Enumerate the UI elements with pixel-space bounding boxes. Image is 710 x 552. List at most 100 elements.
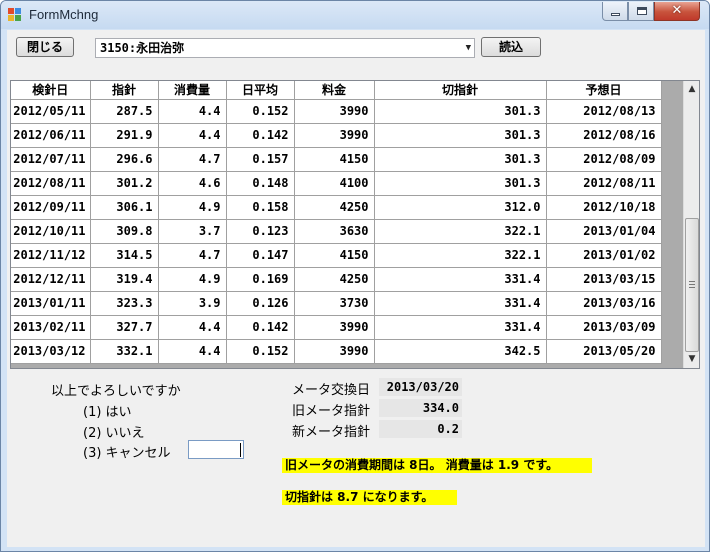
choice-input[interactable] bbox=[188, 440, 244, 459]
table-cell[interactable]: 2013/03/12 bbox=[11, 339, 91, 364]
table-cell[interactable]: 4150 bbox=[294, 243, 375, 268]
table-cell[interactable]: 3630 bbox=[294, 219, 375, 244]
table-cell[interactable]: 4250 bbox=[294, 195, 375, 220]
scrollbar-thumb[interactable] bbox=[685, 218, 699, 352]
table-row[interactable]: 2012/05/11 287.5 4.4 0.152 3990 301.3 2012/08/… bbox=[11, 99, 662, 124]
table-cell[interactable]: 2012/10/18 bbox=[546, 195, 662, 220]
table-cell[interactable]: 2012/11/12 bbox=[11, 243, 91, 268]
table-cell[interactable]: 2013/02/11 bbox=[11, 315, 91, 340]
table-cell[interactable]: 331.4 bbox=[374, 291, 547, 316]
table-cell[interactable]: 301.2 bbox=[90, 171, 159, 196]
table-row[interactable]: 2012/06/11 291.9 4.4 0.142 3990 301.3 2012/08/… bbox=[11, 123, 662, 148]
table-cell[interactable]: 314.5 bbox=[90, 243, 159, 268]
table-cell[interactable]: 2012/08/11 bbox=[546, 171, 662, 196]
table-cell[interactable]: 287.5 bbox=[90, 99, 159, 124]
table-cell[interactable]: 0.157 bbox=[226, 147, 295, 172]
table-cell[interactable]: 2012/09/11 bbox=[11, 195, 91, 220]
table-cell[interactable]: 331.4 bbox=[374, 315, 547, 340]
vertical-scrollbar[interactable]: ▲ ▼ bbox=[683, 81, 699, 368]
table-cell[interactable]: 323.3 bbox=[90, 291, 159, 316]
table-cell[interactable]: 4.4 bbox=[158, 99, 227, 124]
table-cell[interactable]: 2012/05/11 bbox=[11, 99, 91, 124]
table-cell[interactable]: 0.123 bbox=[226, 219, 295, 244]
table-cell[interactable]: 0.142 bbox=[226, 315, 295, 340]
table-row[interactable]: 2013/03/12 332.1 4.4 0.152 3990 342.5 2013/05/… bbox=[11, 339, 662, 364]
table-cell[interactable]: 4.4 bbox=[158, 339, 227, 364]
table-row[interactable]: 2012/12/11 319.4 4.9 0.169 4250 331.4 2013/03/… bbox=[11, 267, 662, 292]
table-cell[interactable]: 2013/05/20 bbox=[546, 339, 662, 364]
table-cell[interactable]: 4.6 bbox=[158, 171, 227, 196]
scroll-up-icon[interactable]: ▲ bbox=[684, 81, 699, 98]
table-cell[interactable]: 4.9 bbox=[158, 267, 227, 292]
table-cell[interactable]: 322.1 bbox=[374, 243, 547, 268]
table-cell[interactable]: 0.147 bbox=[226, 243, 295, 268]
table-cell[interactable]: 0.152 bbox=[226, 99, 295, 124]
table-cell[interactable]: 2012/08/09 bbox=[546, 147, 662, 172]
maximize-button[interactable] bbox=[628, 2, 654, 21]
table-cell[interactable]: 2013/03/15 bbox=[546, 267, 662, 292]
column-header[interactable]: 消費量 bbox=[158, 81, 227, 100]
table-cell[interactable]: 306.1 bbox=[90, 195, 159, 220]
table-cell[interactable]: 332.1 bbox=[90, 339, 159, 364]
table-row[interactable]: 2013/01/11 323.3 3.9 0.126 3730 331.4 2013/03/… bbox=[11, 291, 662, 316]
close-window-button[interactable]: ✕ bbox=[654, 2, 700, 21]
table-cell[interactable]: 2013/01/04 bbox=[546, 219, 662, 244]
table-cell[interactable]: 342.5 bbox=[374, 339, 547, 364]
table-row[interactable]: 2012/07/11 296.6 4.7 0.157 4150 301.3 2012/08/… bbox=[11, 147, 662, 172]
table-cell[interactable]: 319.4 bbox=[90, 267, 159, 292]
title-bar[interactable]: FormMchng ✕ bbox=[1, 1, 709, 29]
table-cell[interactable]: 2012/08/11 bbox=[11, 171, 91, 196]
table-cell[interactable]: 2012/06/11 bbox=[11, 123, 91, 148]
table-cell[interactable]: 2012/12/11 bbox=[11, 267, 91, 292]
table-row[interactable]: 2012/10/11 309.8 3.7 0.123 3630 322.1 2013/01/… bbox=[11, 219, 662, 244]
table-cell[interactable]: 2012/07/11 bbox=[11, 147, 91, 172]
close-button[interactable]: 閉じる bbox=[16, 37, 74, 57]
table-cell[interactable]: 327.7 bbox=[90, 315, 159, 340]
table-cell[interactable]: 301.3 bbox=[374, 171, 547, 196]
table-cell[interactable]: 4150 bbox=[294, 147, 375, 172]
table-cell[interactable]: 3.7 bbox=[158, 219, 227, 244]
minimize-button[interactable] bbox=[602, 2, 628, 21]
table-cell[interactable]: 0.169 bbox=[226, 267, 295, 292]
customer-select[interactable]: 3150:永田治弥 ▼ bbox=[95, 38, 475, 58]
table-cell[interactable]: 0.158 bbox=[226, 195, 295, 220]
table-cell[interactable]: 301.3 bbox=[374, 99, 547, 124]
table-cell[interactable]: 301.3 bbox=[374, 147, 547, 172]
table-cell[interactable]: 2012/10/11 bbox=[11, 219, 91, 244]
table-cell[interactable]: 331.4 bbox=[374, 267, 547, 292]
table-cell[interactable]: 2013/03/09 bbox=[546, 315, 662, 340]
table-cell[interactable]: 2013/01/02 bbox=[546, 243, 662, 268]
table-cell[interactable]: 4.4 bbox=[158, 315, 227, 340]
table-cell[interactable]: 312.0 bbox=[374, 195, 547, 220]
column-header[interactable]: 切指針 bbox=[374, 81, 547, 100]
table-cell[interactable]: 4.7 bbox=[158, 243, 227, 268]
table-cell[interactable]: 296.6 bbox=[90, 147, 159, 172]
load-button[interactable]: 読込 bbox=[481, 37, 541, 57]
table-cell[interactable]: 3990 bbox=[294, 123, 375, 148]
table-row[interactable]: 2012/09/11 306.1 4.9 0.158 4250 312.0 2012/10/… bbox=[11, 195, 662, 220]
readings-grid[interactable]: 検針日 指針 消費量 日平均 料金 切指針 予想日 2012/05/11 287.5 4.4 0.… bbox=[10, 80, 700, 369]
table-cell[interactable]: 301.3 bbox=[374, 123, 547, 148]
table-cell[interactable]: 4.4 bbox=[158, 123, 227, 148]
table-cell[interactable]: 4.7 bbox=[158, 147, 227, 172]
table-cell[interactable]: 3990 bbox=[294, 315, 375, 340]
table-cell[interactable]: 0.142 bbox=[226, 123, 295, 148]
table-cell[interactable]: 0.126 bbox=[226, 291, 295, 316]
table-cell[interactable]: 2013/03/16 bbox=[546, 291, 662, 316]
table-row[interactable]: 2012/11/12 314.5 4.7 0.147 4150 322.1 2013/01/… bbox=[11, 243, 662, 268]
table-cell[interactable]: 2013/01/11 bbox=[11, 291, 91, 316]
column-header[interactable]: 日平均 bbox=[226, 81, 295, 100]
table-cell[interactable]: 291.9 bbox=[90, 123, 159, 148]
table-row[interactable]: 2012/08/11 301.2 4.6 0.148 4100 301.3 2012/08/… bbox=[11, 171, 662, 196]
chevron-down-icon[interactable]: ▼ bbox=[466, 39, 471, 57]
scroll-down-icon[interactable]: ▼ bbox=[684, 351, 699, 368]
column-header[interactable]: 予想日 bbox=[546, 81, 662, 100]
column-header[interactable]: 指針 bbox=[90, 81, 159, 100]
table-cell[interactable]: 4100 bbox=[294, 171, 375, 196]
table-cell[interactable]: 4250 bbox=[294, 267, 375, 292]
table-cell[interactable]: 3.9 bbox=[158, 291, 227, 316]
table-cell[interactable]: 4.9 bbox=[158, 195, 227, 220]
table-cell[interactable]: 3730 bbox=[294, 291, 375, 316]
table-cell[interactable]: 2012/08/16 bbox=[546, 123, 662, 148]
table-cell[interactable]: 0.148 bbox=[226, 171, 295, 196]
